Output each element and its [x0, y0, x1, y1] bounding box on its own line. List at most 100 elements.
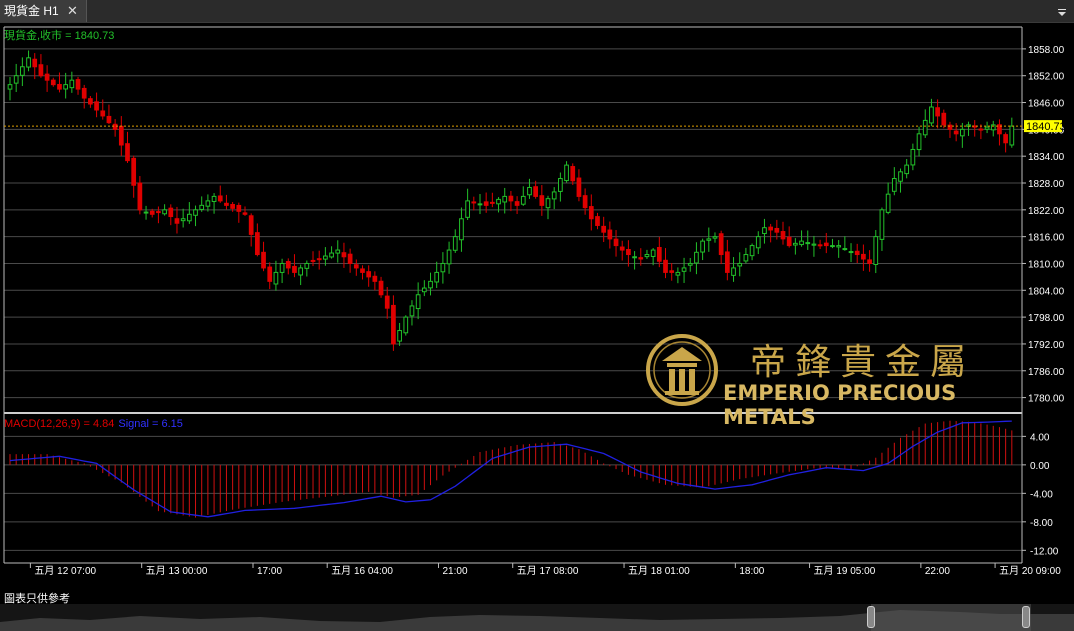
tab-menu-chevron-down-icon[interactable]: [1058, 3, 1068, 17]
candle-body: [372, 275, 378, 282]
chart-area[interactable]: 1858.001852.001846.001840.001834.001828.…: [0, 23, 1074, 588]
candle-body: [94, 101, 99, 111]
candle-body: [910, 148, 916, 166]
candle-body: [285, 261, 291, 269]
candle-body: [440, 262, 446, 273]
candle-body: [619, 246, 625, 251]
candle-body: [539, 195, 545, 206]
candle-body: [626, 249, 631, 256]
candle-body: [490, 201, 495, 204]
candle-body: [50, 79, 56, 86]
candle-body: [118, 125, 124, 146]
candle-body: [415, 294, 421, 310]
candle-body: [477, 203, 483, 206]
candle-body: [69, 79, 75, 89]
candle-body: [891, 178, 897, 192]
candle-body: [793, 242, 798, 246]
candle-body: [601, 225, 607, 233]
candle-body: [174, 218, 180, 224]
candle-body: [755, 236, 761, 249]
candle-body: [384, 295, 390, 309]
candle-body: [885, 193, 891, 213]
candle-body: [867, 259, 872, 264]
candle-body: [675, 271, 681, 276]
signal-value-label: Signal = 6.15: [118, 418, 183, 430]
price-tick-label: 1834.00: [1028, 152, 1065, 163]
candle-body: [959, 128, 965, 137]
candle-body: [316, 258, 322, 261]
candle-body: [558, 178, 563, 192]
candle-body: [533, 186, 538, 197]
candle-body: [768, 226, 773, 231]
candle-body: [446, 249, 452, 265]
candle-body: [854, 250, 860, 256]
candle-body: [403, 316, 409, 334]
watermark-logo: 帝鋒貴金屬 EMPERIO PRECIOUS METALS: [645, 333, 1025, 429]
candle-body: [873, 236, 879, 265]
candle-body: [162, 209, 167, 215]
macd-tick-label: 0.00: [1030, 461, 1050, 472]
candle-body: [236, 204, 242, 212]
time-tick-label: 五月 13 00:00: [146, 565, 208, 577]
time-tick-label: 五月 16 04:00: [331, 565, 393, 577]
candle-body: [842, 248, 848, 251]
macd-tick-label: 4.00: [1030, 432, 1050, 443]
navigator-right-handle[interactable]: [1022, 606, 1030, 628]
candle-body: [217, 195, 223, 202]
candle-body: [743, 254, 749, 262]
candle-body: [20, 66, 25, 76]
candle-body: [304, 262, 310, 269]
price-tick-label: 1810.00: [1028, 259, 1065, 270]
candle-body: [650, 249, 656, 257]
candle-body: [718, 233, 724, 256]
candle-body: [836, 245, 842, 248]
candle-body: [805, 242, 811, 245]
candle-body: [551, 191, 557, 200]
close-icon[interactable]: ✕: [67, 0, 78, 22]
tab-spot-gold-h1[interactable]: 現貨金 H1 ✕: [0, 0, 87, 22]
candle-body: [607, 229, 613, 240]
candle-body: [774, 227, 780, 233]
macd-value-label: MACD(12,26,9) = 4.84: [4, 418, 114, 430]
price-tick-label: 1822.00: [1028, 206, 1065, 217]
price-tick-label: 1792.00: [1028, 340, 1065, 351]
candle-body: [811, 243, 817, 246]
candle-body: [409, 305, 415, 317]
navigator-scrollbar[interactable]: [0, 604, 1074, 631]
candle-body: [656, 246, 662, 262]
candle-body: [663, 259, 668, 273]
candle-body: [613, 238, 619, 247]
candle-body: [26, 57, 31, 68]
tab-bar: 現貨金 H1 ✕: [0, 0, 1074, 23]
candle-body: [261, 251, 266, 269]
candle-body: [199, 204, 205, 210]
time-tick-label: 五月 18 01:00: [628, 565, 690, 577]
time-tick-label: 18:00: [739, 566, 764, 577]
candle-body: [224, 202, 229, 206]
candle-body: [941, 112, 947, 126]
time-tick-label: 17:00: [257, 566, 282, 577]
candle-body: [38, 64, 44, 77]
candle-body: [156, 211, 161, 214]
candle-body: [125, 143, 130, 162]
candle-body: [335, 249, 341, 254]
candle-body: [564, 164, 569, 182]
time-tick-label: 22:00: [925, 566, 950, 577]
emperio-logo-icon: [646, 334, 718, 406]
candle-body: [366, 271, 372, 278]
candle-body: [465, 200, 470, 218]
navigator-left-handle[interactable]: [867, 606, 875, 628]
candle-body: [273, 271, 279, 285]
candle-body: [570, 166, 576, 182]
candle-body: [576, 177, 582, 197]
candle-body: [329, 252, 334, 258]
candle-body: [638, 257, 644, 260]
candle-body: [168, 207, 174, 218]
candle-body: [279, 262, 285, 273]
candle-body: [712, 236, 718, 239]
candle-body: [323, 255, 328, 260]
time-tick-label: 五月 19 05:00: [814, 565, 876, 577]
logo-chinese-text: 帝鋒貴金屬: [750, 342, 976, 383]
candle-body: [100, 110, 106, 117]
candle-body: [527, 186, 532, 196]
